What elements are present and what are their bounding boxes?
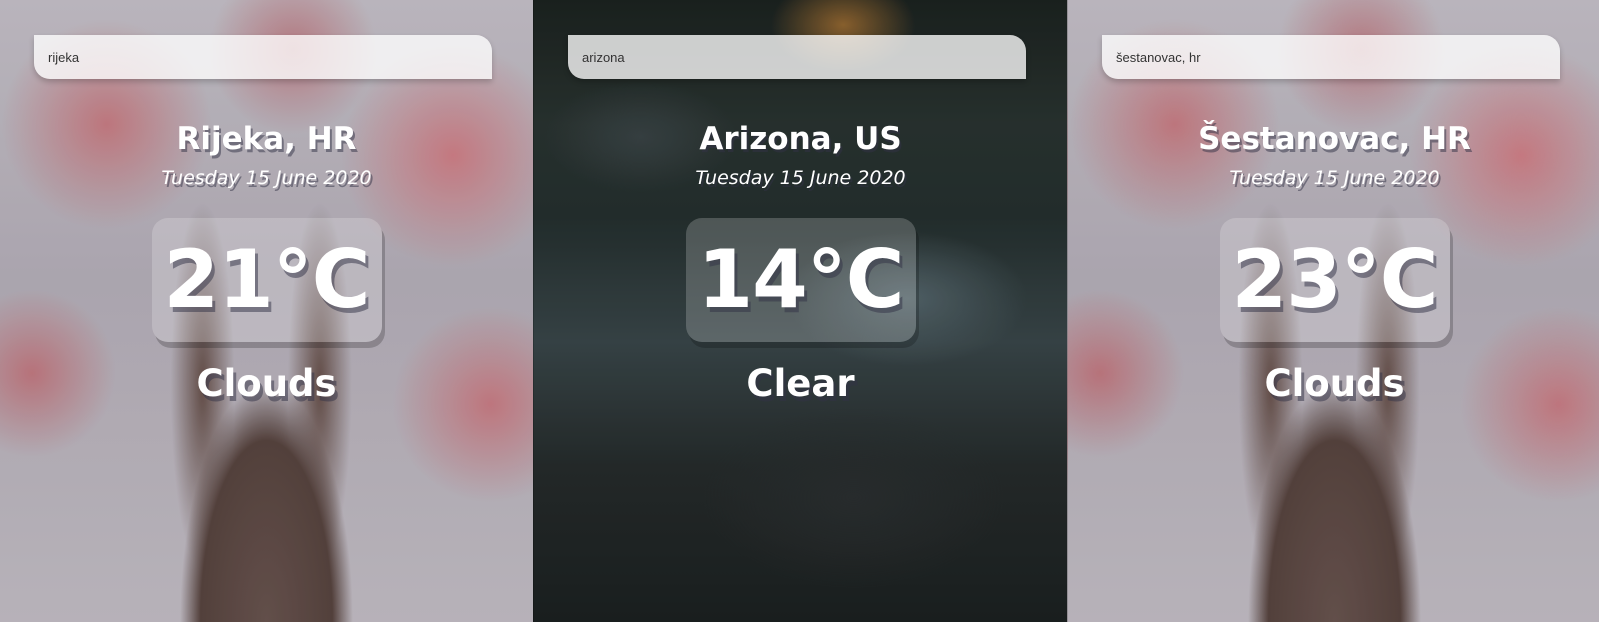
- weather-condition: Clouds: [196, 362, 337, 405]
- weather-condition: Clear: [746, 362, 855, 405]
- temperature-box: 14°C: [685, 218, 916, 342]
- location-title: Rijeka, HR: [176, 121, 357, 157]
- weather-panel-sestanovac: Šestanovac, HR Tuesday 15 June 2020 23°C…: [1067, 0, 1599, 622]
- weather-panel-arizona: Arizona, US Tuesday 15 June 2020 14°C Cl…: [533, 0, 1067, 622]
- location-title: Šestanovac, HR: [1198, 121, 1471, 157]
- temperature-box: 21°C: [151, 218, 382, 342]
- temperature-value: 14°C: [697, 233, 904, 326]
- temperature-value: 21°C: [163, 233, 370, 326]
- date-label: Tuesday 15 June 2020: [695, 167, 906, 189]
- date-label: Tuesday 15 June 2020: [1229, 167, 1440, 189]
- temperature-box: 23°C: [1219, 218, 1450, 342]
- location-title: Arizona, US: [699, 121, 902, 157]
- date-label: Tuesday 15 June 2020: [161, 167, 372, 189]
- weather-panel-rijeka: Rijeka, HR Tuesday 15 June 2020 21°C Clo…: [0, 0, 533, 622]
- temperature-value: 23°C: [1231, 233, 1438, 326]
- search-input[interactable]: [1102, 35, 1560, 79]
- search-input[interactable]: [568, 35, 1026, 79]
- weather-app-screenshots: Rijeka, HR Tuesday 15 June 2020 21°C Clo…: [0, 0, 1599, 622]
- weather-condition: Clouds: [1264, 362, 1405, 405]
- search-input[interactable]: [34, 35, 492, 79]
